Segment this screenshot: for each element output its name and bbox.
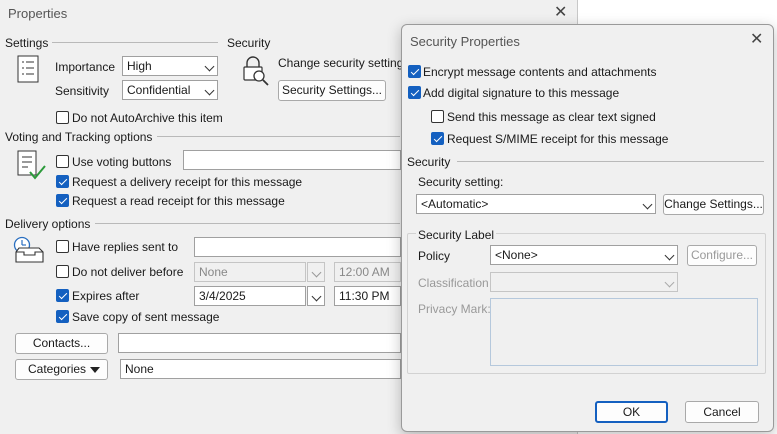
- encrypt-checkbox[interactable]: [408, 65, 421, 78]
- voting-divider: [157, 136, 400, 137]
- not-before-time-input: 12:00 AM: [334, 262, 401, 282]
- security-properties-dialog: Security Properties ✕ Encrypt message co…: [401, 24, 774, 432]
- close-icon[interactable]: ✕: [750, 32, 763, 48]
- settings-header: Settings: [5, 36, 49, 50]
- dialog-title: Security Properties: [410, 34, 520, 49]
- security-header: Security: [227, 36, 271, 50]
- security-label-header: Security Label: [416, 228, 497, 242]
- autoarchive-checkbox[interactable]: [56, 111, 69, 124]
- not-before-time-value: 12:00 AM: [339, 265, 390, 279]
- not-before-checkbox[interactable]: [56, 265, 69, 278]
- delivery-receipt-checkbox[interactable]: [56, 175, 69, 188]
- expires-label: Expires after: [72, 289, 140, 303]
- settings-divider: [52, 42, 218, 43]
- delivery-header: Delivery options: [5, 217, 91, 231]
- smime-receipt-label: Request S/MIME receipt for this message: [447, 132, 669, 146]
- digital-signature-label: Add digital signature to this message: [423, 86, 620, 100]
- security-settings-button[interactable]: Security Settings...: [278, 80, 386, 101]
- security-setting-label: Security setting:: [418, 175, 504, 189]
- policy-value: <None>: [495, 248, 538, 262]
- not-before-date-value: None: [199, 265, 228, 279]
- replies-checkbox[interactable]: [56, 240, 69, 253]
- security-setting-select[interactable]: <Automatic>: [416, 194, 656, 214]
- categories-button[interactable]: Categories: [15, 359, 108, 380]
- read-receipt-label: Request a read receipt for this message: [72, 194, 285, 208]
- chevron-down-icon: [311, 291, 322, 302]
- replies-label: Have replies sent to: [72, 240, 179, 254]
- contacts-input[interactable]: [118, 333, 401, 353]
- configure-button: Configure...: [687, 245, 757, 266]
- save-copy-label: Save copy of sent message: [72, 310, 220, 324]
- replies-input[interactable]: [194, 237, 401, 257]
- importance-select[interactable]: High: [122, 56, 218, 76]
- chevron-down-icon: [311, 267, 322, 278]
- change-security-label: Change security settings: [278, 56, 410, 70]
- voting-header: Voting and Tracking options: [5, 130, 153, 144]
- caret-down-icon: [90, 367, 100, 373]
- expires-date-value: 3/4/2025: [199, 289, 246, 303]
- policy-select[interactable]: <None>: [490, 245, 678, 265]
- settings-list-icon: [17, 55, 39, 83]
- chevron-down-icon: [204, 85, 215, 96]
- expires-checkbox[interactable]: [56, 289, 69, 302]
- chevron-down-icon: [664, 277, 675, 288]
- close-icon[interactable]: ✕: [554, 5, 567, 21]
- voting-checklist-icon: [17, 150, 46, 180]
- sensitivity-label: Sensitivity: [55, 84, 110, 98]
- categories-button-label: Categories: [28, 362, 87, 376]
- categories-field: None: [120, 359, 401, 379]
- clock-tray-icon: [13, 236, 44, 263]
- policy-label: Policy: [418, 249, 451, 263]
- not-before-date-dropdown: [307, 262, 325, 282]
- expires-date-input[interactable]: 3/4/2025: [194, 286, 306, 306]
- not-before-date-input: None: [194, 262, 306, 282]
- autoarchive-label: Do not AutoArchive this item: [72, 111, 223, 125]
- privacy-mark-label: Privacy Mark:: [418, 302, 491, 316]
- chevron-down-icon: [642, 199, 653, 210]
- importance-label: Importance: [55, 60, 116, 74]
- expires-time-value: 11:30 PM: [339, 289, 390, 303]
- importance-value: High: [127, 59, 152, 73]
- ok-button[interactable]: OK: [595, 401, 668, 423]
- save-copy-checkbox[interactable]: [56, 310, 69, 323]
- padlock-magnifier-icon: [243, 56, 269, 86]
- cancel-button[interactable]: Cancel: [685, 401, 759, 423]
- read-receipt-checkbox[interactable]: [56, 194, 69, 207]
- smime-receipt-checkbox[interactable]: [431, 132, 444, 145]
- voting-buttons-input[interactable]: [183, 150, 401, 170]
- security-section-divider: [457, 161, 764, 162]
- contacts-button[interactable]: Contacts...: [15, 333, 108, 354]
- expires-time-input[interactable]: 11:30 PM: [334, 286, 401, 306]
- digital-signature-checkbox[interactable]: [408, 86, 421, 99]
- clear-text-label: Send this message as clear text signed: [447, 110, 656, 124]
- delivery-receipt-label: Request a delivery receipt for this mess…: [72, 175, 303, 189]
- not-before-label: Do not deliver before: [72, 265, 184, 279]
- security-section-header: Security: [407, 155, 451, 169]
- chevron-down-icon: [664, 250, 675, 261]
- use-voting-checkbox[interactable]: [56, 155, 69, 168]
- delivery-divider: [95, 223, 400, 224]
- classification-label: Classification: [418, 276, 489, 290]
- encrypt-label: Encrypt message contents and attachments: [423, 65, 657, 79]
- use-voting-label: Use voting buttons: [72, 155, 172, 169]
- security-setting-value: <Automatic>: [421, 197, 489, 211]
- privacy-mark-textarea: [490, 298, 758, 366]
- chevron-down-icon: [204, 61, 215, 72]
- classification-select: [490, 272, 678, 292]
- window-title: Properties: [8, 6, 68, 21]
- sensitivity-value: Confidential: [127, 83, 191, 97]
- change-settings-button[interactable]: Change Settings...: [663, 194, 764, 215]
- sensitivity-select[interactable]: Confidential: [122, 80, 218, 100]
- clear-text-checkbox[interactable]: [431, 110, 444, 123]
- expires-date-dropdown[interactable]: [307, 286, 325, 306]
